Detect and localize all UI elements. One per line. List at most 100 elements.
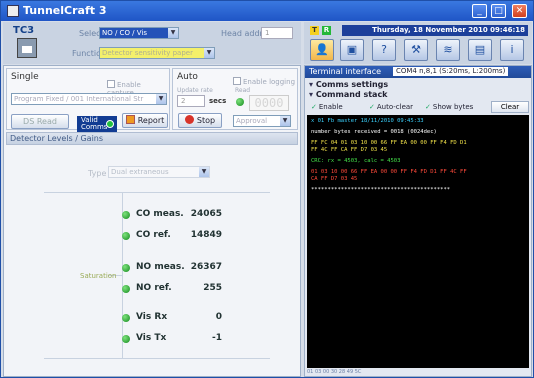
stop-label: Stop [196, 116, 216, 125]
single-title: Single [11, 72, 39, 82]
divider-top [44, 192, 270, 193]
panel-icon: ▤ [474, 43, 486, 56]
read-led-icon [236, 98, 244, 106]
terminal-console[interactable]: x 01 Fb master 18/11/2010 09:45:33 numbe… [307, 115, 529, 368]
stop-button[interactable]: Stop [178, 113, 222, 128]
panel-button[interactable]: ▤ [468, 39, 492, 61]
report-button[interactable]: Report [122, 113, 168, 128]
secs-label: secs [209, 97, 227, 105]
app-icon [7, 5, 19, 17]
stop-icon [184, 115, 194, 124]
auto-title: Auto [177, 72, 198, 82]
logo-image-icon [17, 38, 37, 58]
program-value: Program Fixed / 001 International Str [14, 95, 144, 103]
app-window: TunnelCraft 3 _ □ ✕ TC3 Select NO / CO /… [0, 0, 534, 378]
co-ref-value: 14849 [190, 230, 222, 240]
console-line: number bytes received = 0018 (0024dec) [311, 129, 437, 135]
console-line: CA FF D7 03 45 [311, 176, 358, 182]
help-button[interactable]: ? [372, 39, 396, 61]
head-address-spinner[interactable]: 1 [261, 27, 293, 39]
no-meas-value: 26367 [190, 262, 222, 272]
update-rate-label: Update rate [177, 87, 213, 94]
chevron-down-icon: ▼ [168, 28, 178, 38]
person-button[interactable]: 👤 [310, 39, 334, 61]
console-line: FF 4C FF CA FF D7 03 45 [311, 147, 388, 153]
terminal-header: Terminal interface COM4 n,8,1 (S:20ms, L… [305, 66, 531, 78]
divider-bottom [44, 358, 270, 359]
enable-logging-checkbox[interactable]: Enable logging [233, 77, 295, 86]
co-ref-led-icon [122, 232, 130, 240]
terminal-status: 01 03 00 30 28 49 5C [307, 369, 362, 375]
maximize-button[interactable]: □ [491, 4, 506, 18]
detector-title-bar: Detector Levels / Gains [6, 132, 298, 145]
program-combo[interactable]: Program Fixed / 001 International Str ▼ [11, 93, 167, 105]
datetime-display: Thursday, 18 November 2010 09:46:18 [342, 25, 528, 36]
vis-tx-led-icon [122, 335, 130, 343]
close-button[interactable]: ✕ [512, 4, 527, 18]
layers-icon: ≋ [443, 43, 453, 56]
show-bytes-checkbox[interactable]: Show bytes [425, 103, 473, 111]
app-logo: TC3 [9, 25, 47, 61]
monitor-icon: ▣ [346, 43, 358, 56]
console-line: ****************************************… [311, 187, 451, 193]
read-button[interactable]: DS Read [11, 114, 69, 129]
co-meas-led-icon [122, 211, 130, 219]
status-led-icon [106, 120, 114, 128]
layers-button[interactable]: ≋ [436, 39, 460, 61]
chevron-down-icon: ▼ [280, 116, 290, 126]
toolbar-left: TC3 Select NO / CO / Vis ▼ Head address … [3, 22, 301, 64]
chevron-down-icon: ▼ [199, 167, 209, 177]
function-combo[interactable]: Detector sensitivity paper ▼ [99, 47, 215, 59]
counter-display: 0000 [249, 95, 289, 111]
no-meas-led-icon [122, 264, 130, 272]
approval-value: Approval [236, 117, 268, 125]
enable-checkbox[interactable]: Enable [311, 103, 343, 111]
no-ref-led-icon [122, 285, 130, 293]
logo-text: TC3 [13, 25, 35, 36]
function-value: Detector sensitivity paper [102, 49, 193, 57]
console-line: 01 03 10 00 66 FF EA 00 00 FF F4 FD D1 F… [311, 169, 467, 175]
clear-button[interactable]: Clear [491, 101, 529, 113]
help-icon: ? [381, 43, 387, 56]
approval-combo[interactable]: Approval ▼ [233, 115, 291, 127]
select-combo[interactable]: NO / CO / Vis ▼ [99, 27, 179, 39]
co-meas-value: 24065 [190, 209, 222, 219]
select-value: NO / CO / Vis [102, 29, 147, 37]
vis-rx-value: 0 [215, 312, 222, 322]
secs-spinner[interactable]: 2 [177, 95, 205, 107]
person-icon: 👤 [315, 43, 329, 56]
comms-settings-toggle[interactable]: Comms settings [309, 80, 388, 89]
minimize-button[interactable]: _ [472, 4, 487, 18]
info-button[interactable]: i [500, 39, 524, 61]
left-panel: Single Enable capture Program Fixed / 00… [3, 65, 301, 377]
type-label: Type [88, 169, 107, 178]
type-value: Dual extraneous [111, 168, 169, 176]
console-line: FF FC 04 01 03 10 00 66 FF EA 00 00 FF F… [311, 140, 467, 146]
vis-rx-led-icon [122, 314, 130, 322]
tag-t: T [310, 26, 319, 35]
title-bar: TunnelCraft 3 _ □ ✕ [1, 1, 533, 21]
chevron-down-icon: ▼ [204, 48, 214, 58]
type-combo[interactable]: Dual extraneous ▼ [108, 166, 210, 178]
tag-r: R [322, 26, 331, 35]
terminal-title: Terminal interface [309, 67, 382, 76]
monitor-button[interactable]: ▣ [340, 39, 364, 61]
tools-button[interactable]: ⚒ [404, 39, 428, 61]
terminal-panel: Terminal interface COM4 n,8,1 (S:20ms, L… [304, 65, 532, 377]
read-label: Read [235, 87, 251, 94]
console-line: CRC: rx = 4503, calc = 4503 [311, 158, 401, 164]
chevron-down-icon: ▼ [156, 94, 166, 104]
valid-comms-indicator: Valid Comms [77, 116, 117, 132]
info-icon: i [510, 43, 514, 56]
console-line: x 01 Fb master 18/11/2010 09:45:33 [311, 118, 424, 124]
command-stack-toggle[interactable]: Command stack [309, 90, 388, 99]
port-settings: COM4 n,8,1 (S:20ms, L:200ms) [393, 67, 509, 76]
auto-clear-checkbox[interactable]: Auto-clear [369, 103, 413, 111]
report-icon [125, 115, 135, 124]
window-title: TunnelCraft 3 [23, 4, 107, 17]
tools-icon: ⚒ [411, 43, 421, 56]
toolbar-right: T R Thursday, 18 November 2010 09:46:18 … [304, 22, 532, 64]
no-ref-value: 255 [203, 283, 222, 293]
report-label: Report [137, 116, 165, 125]
saturation-label: Saturation [80, 272, 117, 280]
